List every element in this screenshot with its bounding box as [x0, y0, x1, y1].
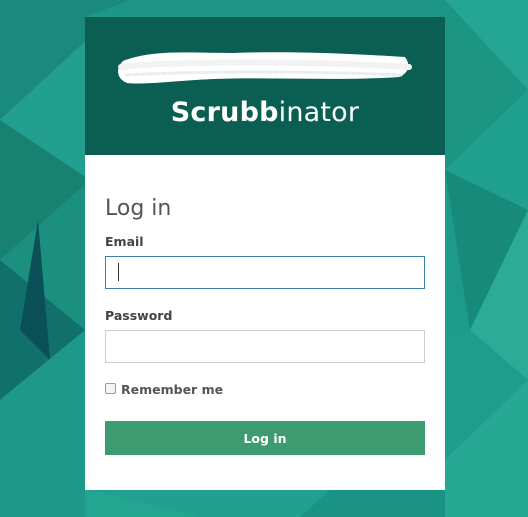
remember-me-label[interactable]: Remember me: [121, 382, 223, 397]
app-title: Scrubbinator: [85, 96, 445, 130]
text-caret: [118, 263, 119, 281]
app-title-rest: inator: [278, 97, 360, 128]
password-field[interactable]: [105, 330, 425, 363]
login-card: Scrubbinator Log in Email Password Remem…: [85, 17, 445, 490]
login-button[interactable]: Log in: [105, 421, 425, 455]
redacted-logo-icon: [118, 52, 412, 84]
password-label: Password: [105, 308, 173, 323]
page-heading: Log in: [105, 196, 172, 221]
remember-me-checkbox[interactable]: [105, 383, 116, 394]
email-label: Email: [105, 234, 144, 249]
email-field[interactable]: [105, 256, 425, 289]
app-title-bold: Scrubb: [170, 97, 279, 128]
card-header: Scrubbinator: [85, 17, 445, 155]
